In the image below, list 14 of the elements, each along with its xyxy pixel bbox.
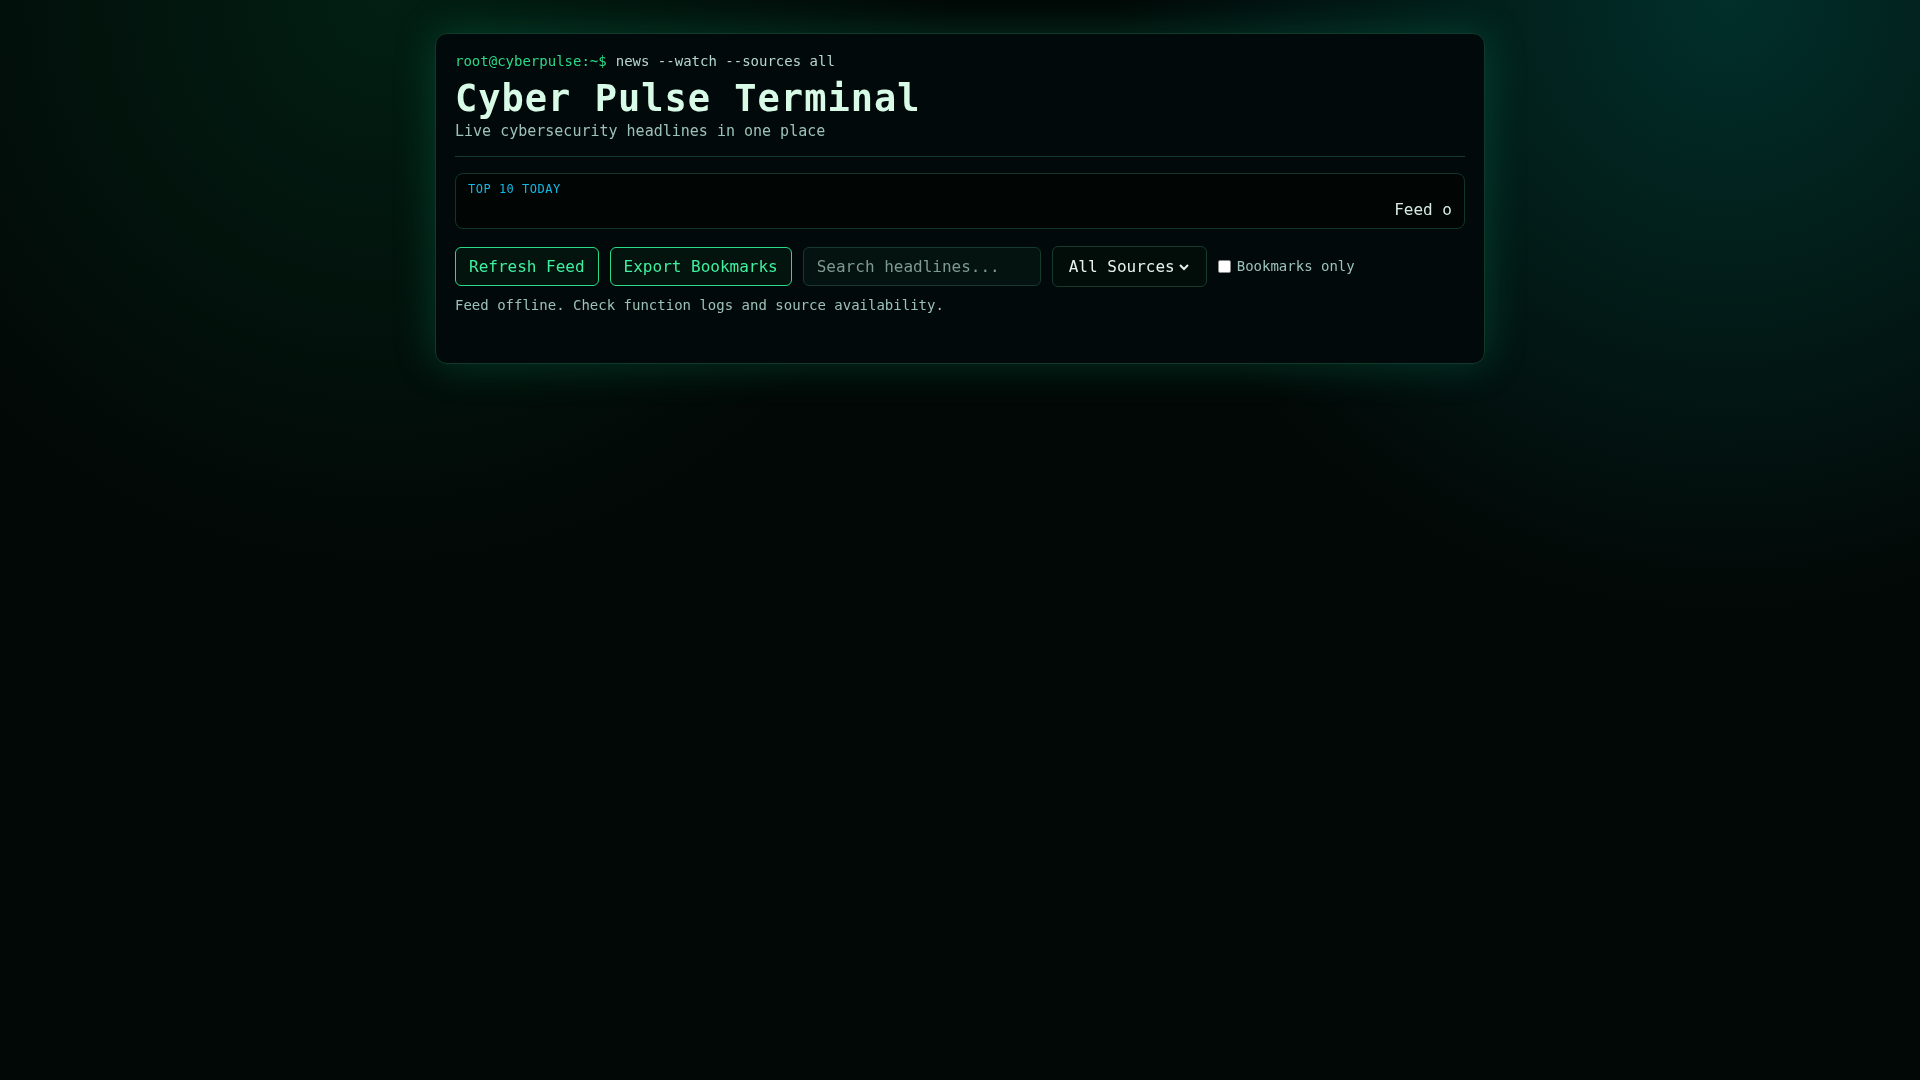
action-button[interactable]: Refresh Feed xyxy=(455,247,599,286)
source-select[interactable]: All Sources xyxy=(1051,246,1207,287)
prompt-user: root@cyberpulse:~$ xyxy=(455,52,607,71)
prompt-command: news --watch --sources all xyxy=(615,52,835,71)
page-title: Cyber Pulse Terminal xyxy=(455,77,922,121)
chevron-down-icon xyxy=(1177,261,1190,272)
action-button[interactable]: Export Bookmarks xyxy=(609,247,792,286)
bookmarks-label: Bookmarks only xyxy=(1236,257,1355,276)
search-field[interactable]: Search headlines... xyxy=(802,247,1041,286)
bookmarks-checkbox[interactable] xyxy=(1217,260,1231,273)
page-subtitle: Live cybersecurity headlines in one place xyxy=(455,121,827,141)
status-message: Feed offline. Check function logs and source availability. xyxy=(455,296,945,315)
ticker-label: TOP 10 TODAY xyxy=(468,182,562,196)
ticker-text: Feed o xyxy=(1394,200,1452,220)
